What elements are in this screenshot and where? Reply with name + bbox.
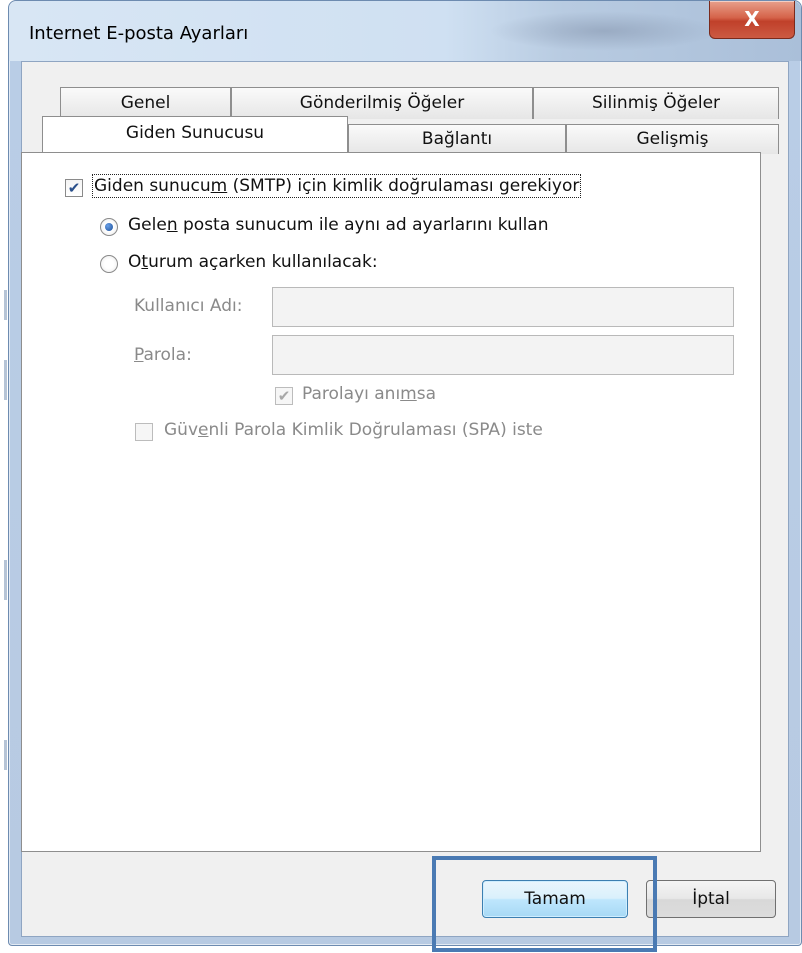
tab-silinmis-ogeler[interactable]: Silinmiş Öğeler bbox=[533, 87, 779, 119]
label-part: nli Parola Kimlik Doğrulaması (SPA) iste bbox=[208, 420, 543, 440]
desktop-mark bbox=[4, 560, 7, 600]
same-settings-radio[interactable] bbox=[100, 218, 118, 236]
username-label: Kullanıcı Adı: bbox=[134, 296, 243, 316]
access-key: P bbox=[134, 345, 144, 365]
access-key: n bbox=[166, 215, 178, 235]
cancel-button[interactable]: İptal bbox=[646, 880, 776, 918]
label-part: Parolayı anı bbox=[302, 384, 401, 404]
label-part: posta sunucum ile aynı ad ayarlarını kul… bbox=[177, 215, 549, 235]
label-part: sa bbox=[416, 384, 437, 404]
desktop-mark bbox=[4, 740, 7, 770]
access-key: m bbox=[210, 176, 228, 196]
label-part: Gele bbox=[128, 215, 167, 235]
tab-label: Bağlantı bbox=[421, 129, 493, 149]
smtp-auth-label[interactable]: Giden sunucum (SMTP) için kimlik doğrula… bbox=[91, 174, 582, 198]
cancel-button-label: İptal bbox=[692, 889, 730, 909]
label-part: O bbox=[128, 252, 142, 272]
tab-gonderilmis-ogeler[interactable]: Gönderilmiş Öğeler bbox=[231, 87, 533, 119]
smtp-auth-checkbox[interactable]: ✔ bbox=[65, 179, 83, 197]
password-input[interactable] bbox=[272, 335, 734, 375]
close-icon: X bbox=[744, 7, 760, 31]
tab-label: Genel bbox=[120, 93, 171, 113]
tab-label: Silinmiş Öğeler bbox=[591, 93, 721, 113]
close-button[interactable]: X bbox=[709, 1, 795, 39]
tab-page-giden-sunucusu: ✔ Giden sunucum (SMTP) için kimlik doğru… bbox=[21, 152, 761, 852]
tab-label: Giden Sunucusu bbox=[125, 123, 265, 143]
access-key: e bbox=[198, 420, 209, 440]
check-icon: ✔ bbox=[67, 179, 81, 197]
logon-with-label[interactable]: Oturum açarken kullanılacak: bbox=[128, 252, 378, 272]
check-icon: ✔ bbox=[277, 387, 291, 405]
tab-baglanti[interactable]: Bağlantı bbox=[348, 124, 566, 154]
label-part: urum açarken kullanılacak: bbox=[148, 252, 378, 272]
password-label: Parola: bbox=[134, 345, 192, 365]
window-title: Internet E-posta Ayarları bbox=[29, 23, 249, 44]
highlight-annotation bbox=[432, 856, 657, 952]
spa-label[interactable]: Güvenli Parola Kimlik Doğrulaması (SPA) … bbox=[164, 420, 543, 440]
tab-gelismis[interactable]: Gelişmiş bbox=[566, 124, 779, 154]
username-input[interactable] bbox=[272, 287, 734, 327]
spa-checkbox[interactable] bbox=[135, 423, 153, 441]
remember-password-checkbox[interactable]: ✔ bbox=[275, 387, 293, 405]
desktop-mark bbox=[4, 360, 7, 400]
access-key: m bbox=[400, 384, 417, 404]
title-bar[interactable]: Internet E-posta Ayarları bbox=[9, 1, 801, 61]
blurred-background-text bbox=[489, 11, 719, 51]
tab-label: Gönderilmiş Öğeler bbox=[299, 93, 465, 113]
label-part: (SMTP) için kimlik doğrulaması gerekiyor bbox=[227, 176, 580, 196]
logon-with-radio[interactable] bbox=[100, 255, 118, 273]
remember-password-label[interactable]: Parolayı anımsa bbox=[302, 384, 436, 404]
tab-giden-sunucusu[interactable]: Giden Sunucusu bbox=[42, 116, 348, 152]
radio-selected-dot bbox=[105, 223, 113, 231]
tab-label: Gelişmiş bbox=[636, 129, 709, 149]
label-part: Güv bbox=[164, 420, 199, 440]
tab-genel[interactable]: Genel bbox=[60, 87, 231, 119]
desktop-mark bbox=[4, 290, 7, 320]
same-settings-label[interactable]: Gelen posta sunucum ile aynı ad ayarları… bbox=[128, 215, 549, 235]
label-part: Giden sunucu bbox=[94, 176, 211, 196]
label-part: arola: bbox=[143, 345, 192, 365]
